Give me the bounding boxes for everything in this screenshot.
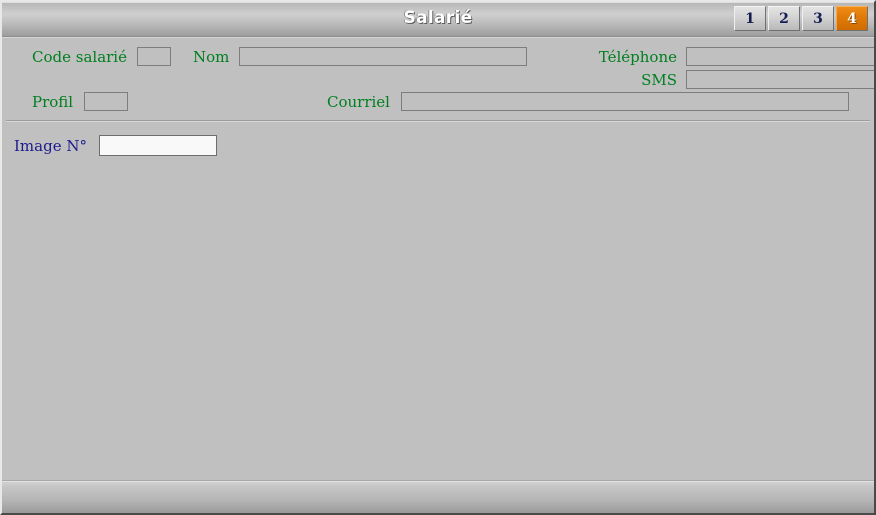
telephone-input[interactable]: [686, 47, 874, 66]
tab-2-label: 2: [779, 10, 789, 27]
window-titlebar: Salarié 1 2 3 4: [2, 2, 874, 37]
sms-label: SMS: [641, 70, 677, 89]
row-sms: SMS: [567, 70, 874, 89]
code-salarie-label: Code salarié: [32, 47, 127, 66]
row-telephone: Téléphone: [567, 47, 874, 66]
tab-1-label: 1: [745, 10, 755, 27]
section-divider: [6, 120, 870, 122]
tab-2[interactable]: 2: [768, 6, 800, 31]
telephone-label: Téléphone: [598, 47, 677, 66]
row-profil: Profil: [32, 92, 129, 111]
code-salarie-input[interactable]: [136, 47, 171, 66]
form-area: Code salarié Nom Téléphone SMS Profil Co…: [2, 37, 874, 482]
tab-4-label: 4: [847, 10, 857, 27]
row-image-no: Image N°: [14, 135, 217, 156]
image-no-input[interactable]: [98, 135, 217, 156]
sms-input[interactable]: [686, 70, 874, 89]
tab-4[interactable]: 4: [836, 6, 868, 31]
tab-bar: 1 2 3 4: [734, 6, 868, 31]
image-no-label: Image N°: [14, 136, 87, 155]
row-code-salarie: Code salarié Nom: [32, 47, 528, 66]
status-bar: [2, 480, 874, 513]
tab-3-label: 3: [813, 10, 823, 27]
row-courriel: Courriel: [327, 92, 849, 111]
tab-1[interactable]: 1: [734, 6, 766, 31]
nom-input[interactable]: [239, 47, 528, 66]
nom-label: Nom: [192, 47, 230, 66]
courriel-label: Courriel: [327, 92, 390, 111]
salarie-window: Salarié 1 2 3 4 Code salarié Nom Télépho…: [0, 0, 876, 515]
tab-3[interactable]: 3: [802, 6, 834, 31]
courriel-input[interactable]: [400, 92, 849, 111]
profil-input[interactable]: [84, 92, 129, 111]
profil-label: Profil: [32, 92, 74, 111]
